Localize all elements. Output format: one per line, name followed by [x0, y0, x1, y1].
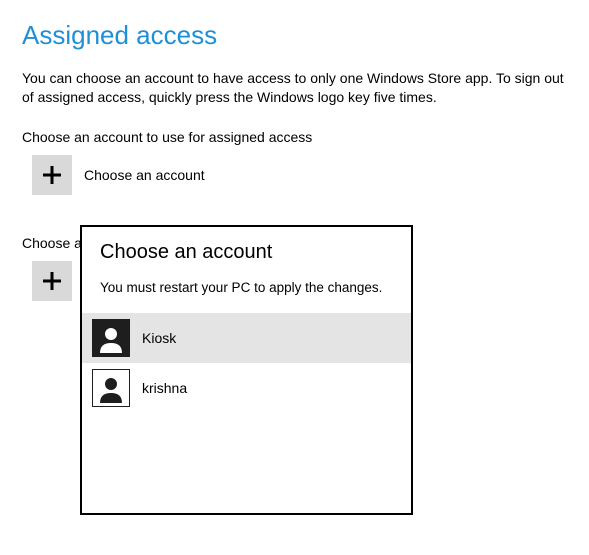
choose-account-plus-button[interactable]: [32, 155, 72, 195]
account-name: krishna: [142, 380, 187, 396]
user-icon: [96, 373, 126, 403]
account-name: Kiosk: [142, 330, 176, 346]
avatar: [92, 369, 130, 407]
page-description: You can choose an account to have access…: [22, 69, 567, 107]
dialog-title: Choose an account: [82, 241, 411, 280]
page-title: Assigned access: [22, 20, 567, 51]
choose-account-dialog: Choose an account You must restart your …: [80, 225, 413, 515]
account-item-krishna[interactable]: krishna: [82, 363, 411, 413]
choose-account-section-label: Choose an account to use for assigned ac…: [22, 129, 567, 145]
avatar: [92, 319, 130, 357]
choose-account-button-text: Choose an account: [84, 167, 205, 183]
plus-icon: [41, 164, 63, 186]
user-icon: [96, 323, 126, 353]
account-item-kiosk[interactable]: Kiosk: [82, 313, 411, 363]
choose-account-row: Choose an account: [22, 155, 567, 195]
choose-app-plus-button[interactable]: [32, 261, 72, 301]
plus-icon: [41, 270, 63, 292]
dialog-subtitle: You must restart your PC to apply the ch…: [82, 280, 411, 313]
